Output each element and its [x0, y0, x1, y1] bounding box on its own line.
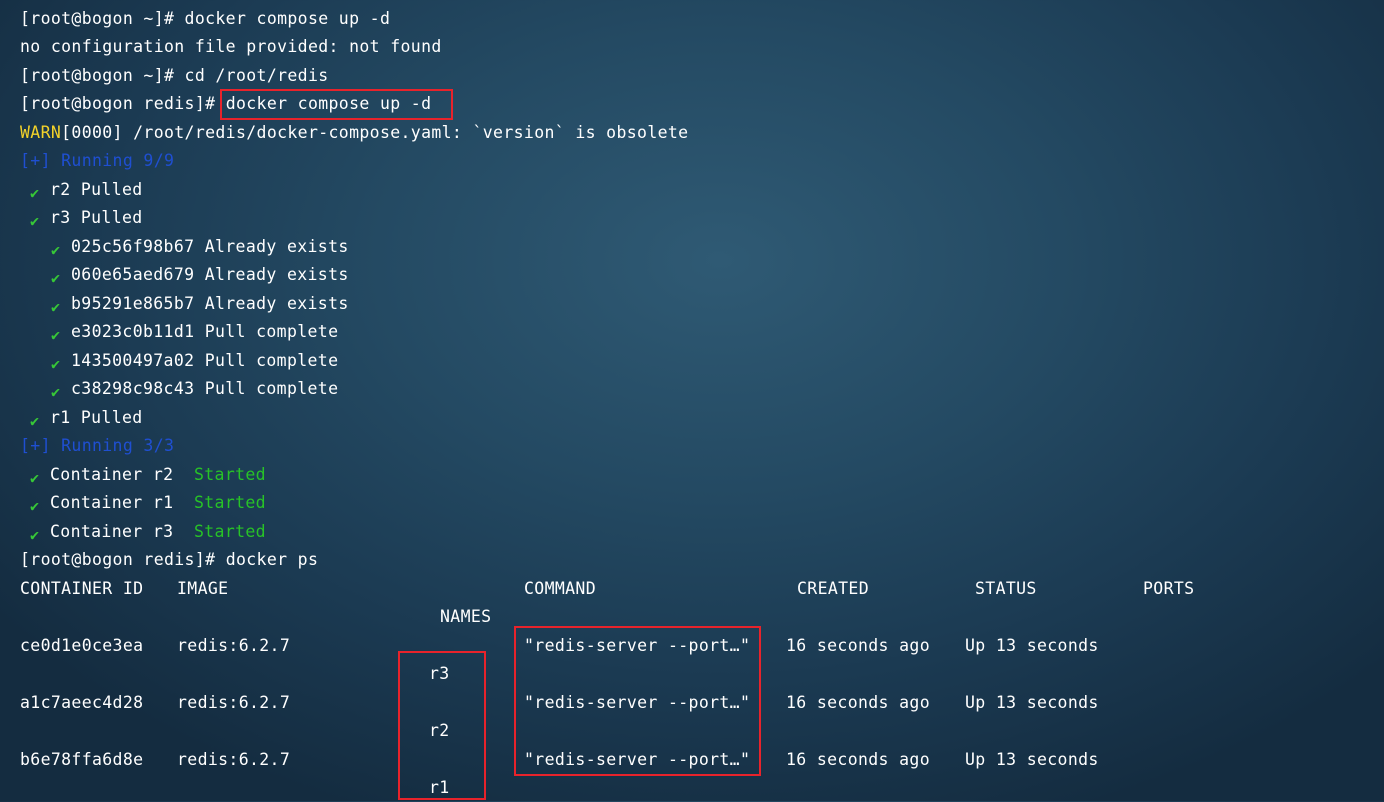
check-icon: ✔: [51, 383, 61, 401]
row-status: Up 13 seconds: [965, 750, 1099, 769]
check-icon: ✔: [51, 241, 61, 259]
row-status: Up 13 seconds: [965, 636, 1099, 655]
shell-prompt: [root@bogon ~]#: [20, 9, 185, 28]
terminal-line: [root@bogon redis]# docker ps: [20, 546, 318, 574]
running-header: [+] Running 3/3: [20, 436, 175, 455]
layer-status-text: 060e65aed679 Already exists: [71, 265, 349, 284]
pull-status-text: r3 Pulled: [50, 208, 143, 227]
check-icon: ✔: [51, 355, 61, 373]
check-icon: ✔: [30, 412, 40, 430]
container-status-line: ✔ Container r1 Started: [30, 489, 266, 517]
started-status: Started: [193, 522, 266, 541]
started-status: Started: [193, 493, 266, 512]
layer-status-text: e3023c0b11d1 Pull complete: [71, 322, 339, 341]
layer-status-text: c38298c98c43 Pull complete: [71, 379, 339, 398]
shell-command: cd /root/redis: [184, 66, 329, 85]
check-icon: ✔: [51, 326, 61, 344]
layer-status-text: b95291e865b7 Already exists: [71, 294, 349, 313]
shell-command: docker compose up -d: [184, 9, 391, 28]
check-icon: ✔: [51, 298, 61, 316]
header-image: IMAGE: [177, 579, 229, 598]
row-created: 16 seconds ago: [786, 636, 930, 655]
command-highlight-box: [220, 89, 453, 120]
row-container-id: b6e78ffa6d8e: [20, 750, 144, 769]
header-status: STATUS: [975, 579, 1037, 598]
pull-status-text: r2 Pulled: [50, 180, 143, 199]
pull-status-text: r1 Pulled: [50, 408, 143, 427]
container-label: Container r3: [50, 522, 174, 541]
pull-status-line: ✔ r1 Pulled: [30, 404, 143, 432]
started-status: Started: [193, 465, 266, 484]
warn-label: WARN: [20, 123, 62, 142]
container-status-line: ✔ Container r2 Started: [30, 461, 266, 489]
shell-command: docker ps: [225, 550, 319, 569]
row-image: redis:6.2.7: [177, 750, 291, 769]
layer-status-line: ✔ 025c56f98b67 Already exists: [51, 233, 349, 261]
row-image: redis:6.2.7: [177, 693, 291, 712]
row-container-id: a1c7aeec4d28: [20, 693, 144, 712]
layer-status-text: 025c56f98b67 Already exists: [71, 237, 349, 256]
terminal-line: WARN[0000] /root/redis/docker-compose.ya…: [20, 119, 688, 147]
header-command: COMMAND: [524, 579, 596, 598]
shell-prompt: [root@bogon redis]#: [20, 550, 226, 569]
terminal-line: no configuration file provided: not foun…: [20, 33, 442, 61]
terminal-window[interactable]: [root@bogon ~]# docker compose up -d no …: [0, 0, 1384, 801]
container-status-line: ✔ Container r3 Started: [30, 518, 266, 546]
names-column-highlight-box: [398, 651, 486, 800]
running-header: [+] Running 9/9: [20, 151, 175, 170]
layer-status-text: 143500497a02 Pull complete: [71, 351, 339, 370]
check-icon: ✔: [30, 184, 40, 202]
layer-status-line: ✔ c38298c98c43 Pull complete: [51, 375, 338, 403]
warn-message: [0000] /root/redis/docker-compose.yaml: …: [61, 123, 689, 142]
layer-status-line: ✔ 060e65aed679 Already exists: [51, 261, 349, 289]
terminal-line: [root@bogon ~]# docker compose up -d: [20, 5, 390, 33]
layer-status-line: ✔ 143500497a02 Pull complete: [51, 347, 338, 375]
command-column-highlight-box: [514, 626, 761, 776]
row-created: 16 seconds ago: [786, 693, 930, 712]
layer-status-line: ✔ e3023c0b11d1 Pull complete: [51, 318, 338, 346]
header-container-id: CONTAINER ID: [20, 579, 144, 598]
terminal-line: [root@bogon ~]# cd /root/redis: [20, 62, 329, 90]
row-created: 16 seconds ago: [786, 750, 930, 769]
check-icon: ✔: [51, 269, 61, 287]
pull-status-line: ✔ r3 Pulled: [30, 204, 143, 232]
header-names: NAMES: [440, 607, 492, 626]
container-label: Container r1: [50, 493, 174, 512]
container-label: Container r2: [50, 465, 174, 484]
check-icon: ✔: [30, 212, 40, 230]
shell-prompt: [root@bogon redis]#: [20, 94, 226, 113]
row-container-id: ce0d1e0ce3ea: [20, 636, 144, 655]
header-created: CREATED: [797, 579, 869, 598]
pull-status-line: ✔ r2 Pulled: [30, 176, 143, 204]
row-status: Up 13 seconds: [965, 693, 1099, 712]
check-icon: ✔: [30, 469, 40, 487]
output-text: no configuration file provided: not foun…: [20, 37, 442, 56]
check-icon: ✔: [30, 526, 40, 544]
check-icon: ✔: [30, 497, 40, 515]
shell-prompt: [root@bogon ~]#: [20, 66, 185, 85]
header-ports: PORTS: [1143, 579, 1195, 598]
row-image: redis:6.2.7: [177, 636, 291, 655]
layer-status-line: ✔ b95291e865b7 Already exists: [51, 290, 349, 318]
